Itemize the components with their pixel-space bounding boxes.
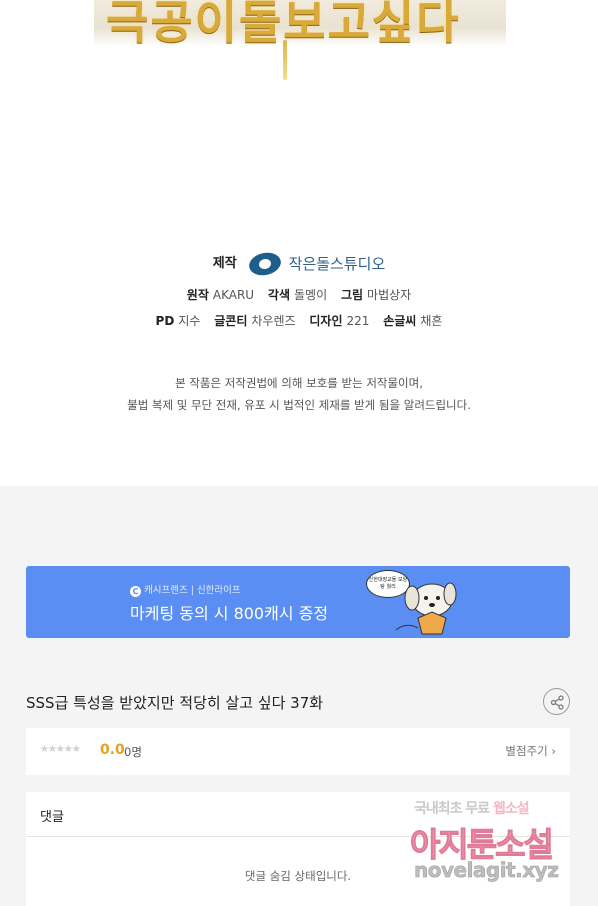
studio-name: 작은돌스튜디오	[288, 255, 386, 273]
banner-brand-text: 캐시프렌즈 | 신한라이프	[144, 585, 241, 596]
share-icon	[550, 695, 564, 710]
copyright-notice-line1: 본 작품은 저작권법에 의해 보호를 받는 저작물이며,	[175, 376, 423, 390]
design-label: 디자인	[309, 314, 343, 328]
promo-banner[interactable]: C 캐시프렌즈 | 신한라이프 마케팅 동의 시 800캐시 증정 신한대장교들 …	[26, 566, 570, 638]
credits-row-writers: 원작 AKARU 각색 돌멩이 그림 마법상자	[0, 286, 598, 303]
rating-stars-icon: ★★★★★	[40, 744, 81, 755]
banner-brand: C 캐시프렌즈 | 신한라이프	[130, 582, 241, 597]
rating-count: 0명	[124, 745, 142, 759]
art-author: 마법상자	[367, 288, 412, 302]
copyright-notice-line2: 불법 복제 및 무단 전재, 유포 시 법적인 제재를 받게 됨을 알려드립니다…	[127, 398, 471, 412]
watermark-tagline: 국내최초 무료 웹소설	[414, 798, 530, 818]
watermark-tagline-b: 웹소설	[493, 801, 530, 817]
rating-panel: ★★★★★ 0.0 0명 별점주기 ›	[26, 728, 570, 775]
adaptation-author: 돌멩이	[294, 288, 328, 302]
original-label: 원작	[186, 288, 209, 302]
rate-button[interactable]: 별점주기 ›	[505, 743, 556, 759]
dog-mascot-icon	[395, 582, 457, 635]
original-author: AKARU	[212, 288, 255, 302]
watermark-url: novelagit.xyz	[414, 858, 559, 883]
title-logo-image: 극공이돌보고싶다	[94, 0, 506, 82]
pd-name: 지수	[178, 314, 201, 328]
art-label: 그림	[340, 288, 364, 302]
conti-name: 차우렌즈	[251, 314, 296, 328]
lettering-label: 손글씨	[383, 314, 417, 328]
cashfriends-icon: C	[130, 586, 141, 597]
title-art-stem	[283, 40, 287, 80]
watermark-tagline-a: 국내최초 무료	[414, 801, 494, 817]
lettering-name: 채흔	[420, 314, 443, 328]
production-label: 제작	[212, 256, 237, 271]
pd-label: PD	[155, 314, 175, 328]
conti-label: 글콘티	[214, 314, 248, 328]
share-button[interactable]	[543, 688, 570, 715]
episode-title: SSS급 특성을 받았지만 적당히 살고 싶다 37화	[26, 694, 324, 712]
adaptation-label: 각색	[267, 288, 290, 302]
chevron-right-icon: ›	[547, 744, 556, 758]
comments-header: 댓글	[40, 810, 64, 825]
banner-promo-text: 마케팅 동의 시 800캐시 증정	[130, 604, 329, 623]
design-name: 221	[346, 314, 370, 328]
episode-viewer-end: 극공이돌보고싶다 제작 작은돌스튜디오 원작 AKARU 각색 돌멩이 그림 마법상자 …	[0, 0, 598, 486]
rating-score: 0.0	[100, 742, 125, 758]
rate-button-label: 별점주기	[505, 744, 548, 758]
credits-row-staff: PD 지수 글콘티 차우렌즈 디자인 221 손글씨 채흔	[0, 312, 598, 329]
site-watermark: 국내최초 무료 웹소설 아지툰소설 novelagit.xyz	[410, 798, 586, 890]
studio-logo-icon	[246, 249, 283, 278]
credits-studio: 제작 작은돌스튜디오	[0, 249, 598, 278]
